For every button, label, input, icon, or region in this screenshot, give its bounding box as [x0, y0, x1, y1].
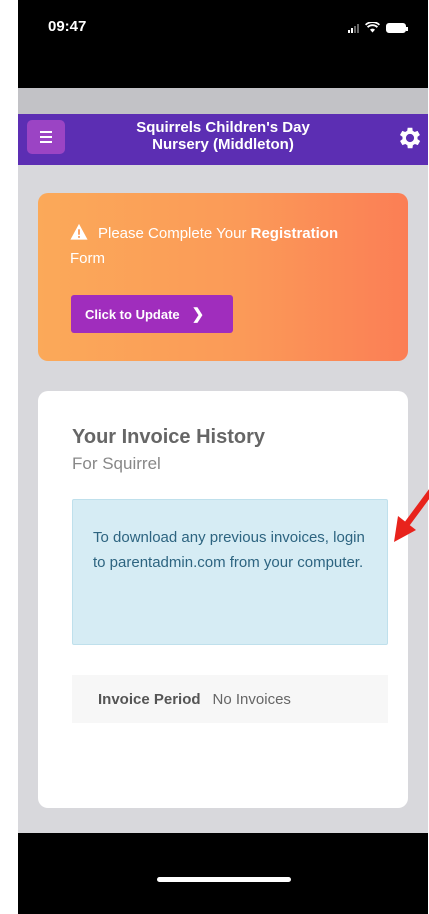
home-indicator — [157, 877, 291, 882]
app-header: Squirrels Children's Day Nursery (Middle… — [18, 114, 428, 165]
wifi-icon — [365, 22, 380, 33]
invoice-period-label: Invoice Period — [98, 690, 201, 708]
page-title: Squirrels Children's Day Nursery (Middle… — [136, 119, 310, 153]
annotation-arrow-icon — [394, 489, 429, 542]
registration-message-line2: Form — [70, 250, 105, 267]
signal-icon — [348, 23, 359, 33]
status-bar: 09:47 — [18, 0, 428, 60]
gear-icon[interactable] — [396, 124, 424, 152]
click-to-update-label: Click to Update — [85, 306, 180, 322]
invoice-history-subtitle: For Squirrel — [72, 454, 161, 473]
registration-message-bold: Registration — [250, 225, 339, 242]
status-time: 09:47 — [48, 18, 87, 35]
invoice-period-value: No Invoices — [212, 690, 291, 708]
invoice-period-row: Invoice Period No Invoices — [72, 675, 388, 723]
app-view: Squirrels Children's Day Nursery (Middle… — [18, 88, 428, 833]
invoice-history-card: Your Invoice History For Squirrel To dow… — [38, 391, 408, 808]
status-icons — [348, 22, 408, 33]
battery-icon — [386, 22, 408, 33]
hamburger-icon — [40, 131, 52, 133]
chevron-right-icon: ❯ — [191, 306, 205, 323]
click-to-update-button[interactable]: Click to Update ❯ — [71, 295, 233, 333]
phone-screen: 09:47 Squirrels Children's Day Nursery (… — [18, 0, 428, 914]
invoice-history-title: Your Invoice History — [72, 426, 266, 448]
registration-message: Please Complete Your Registration Form — [70, 221, 400, 271]
registration-alert-card: Please Complete Your Registration Form C… — [38, 193, 408, 361]
sheet-handle-area — [18, 88, 428, 114]
registration-message-text: Please Complete Your — [98, 225, 251, 242]
menu-button[interactable] — [27, 120, 65, 154]
download-info-box: To download any previous invoices, login… — [72, 499, 388, 645]
